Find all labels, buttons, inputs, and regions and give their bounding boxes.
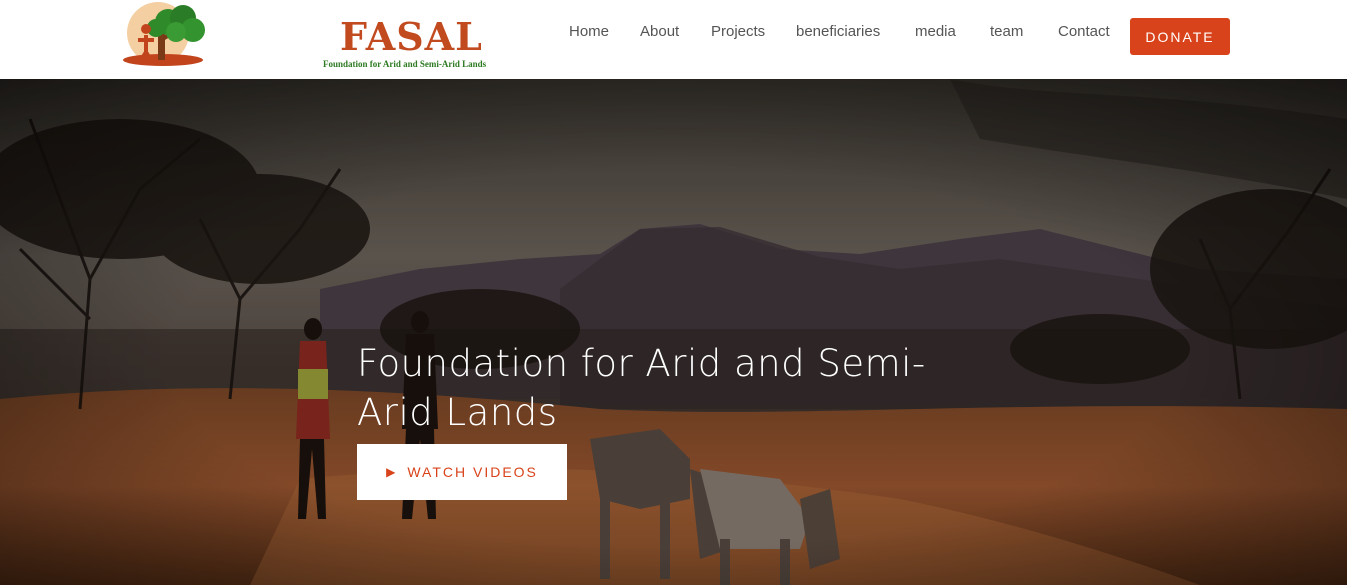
nav-item-media[interactable]: media [915,23,956,40]
site-header: FASAL Foundation for Arid and Semi-Arid … [0,0,1347,79]
nav-item-projects[interactable]: Projects [711,23,765,40]
logo-wordmark: FASAL [340,14,483,59]
watch-videos-label: WATCH VIDEOS [407,464,538,480]
nav-item-contact[interactable]: Contact [1058,23,1110,40]
hero-title: Foundation for Arid and Semi-Arid Lands [357,342,926,434]
nav-item-about[interactable]: About [640,23,679,40]
nav-item-team[interactable]: team [990,23,1023,40]
logo-tagline: Foundation for Arid and Semi-Arid Lands [323,59,487,69]
watch-videos-button[interactable]: ▶ WATCH VIDEOS [357,444,567,500]
logo-emblem [123,2,205,66]
nav-item-beneficiaries[interactable]: beneficiaries [796,23,880,40]
nav-item-home[interactable]: Home [569,23,609,40]
fasal-logo[interactable]: FASAL Foundation for Arid and Semi-Arid … [118,2,486,72]
hero-background-image [0,79,1347,585]
play-icon: ▶ [386,465,396,479]
donate-button[interactable]: DONATE [1130,18,1230,55]
hero-section: Foundation for Arid and Semi-Arid Lands … [0,79,1347,585]
